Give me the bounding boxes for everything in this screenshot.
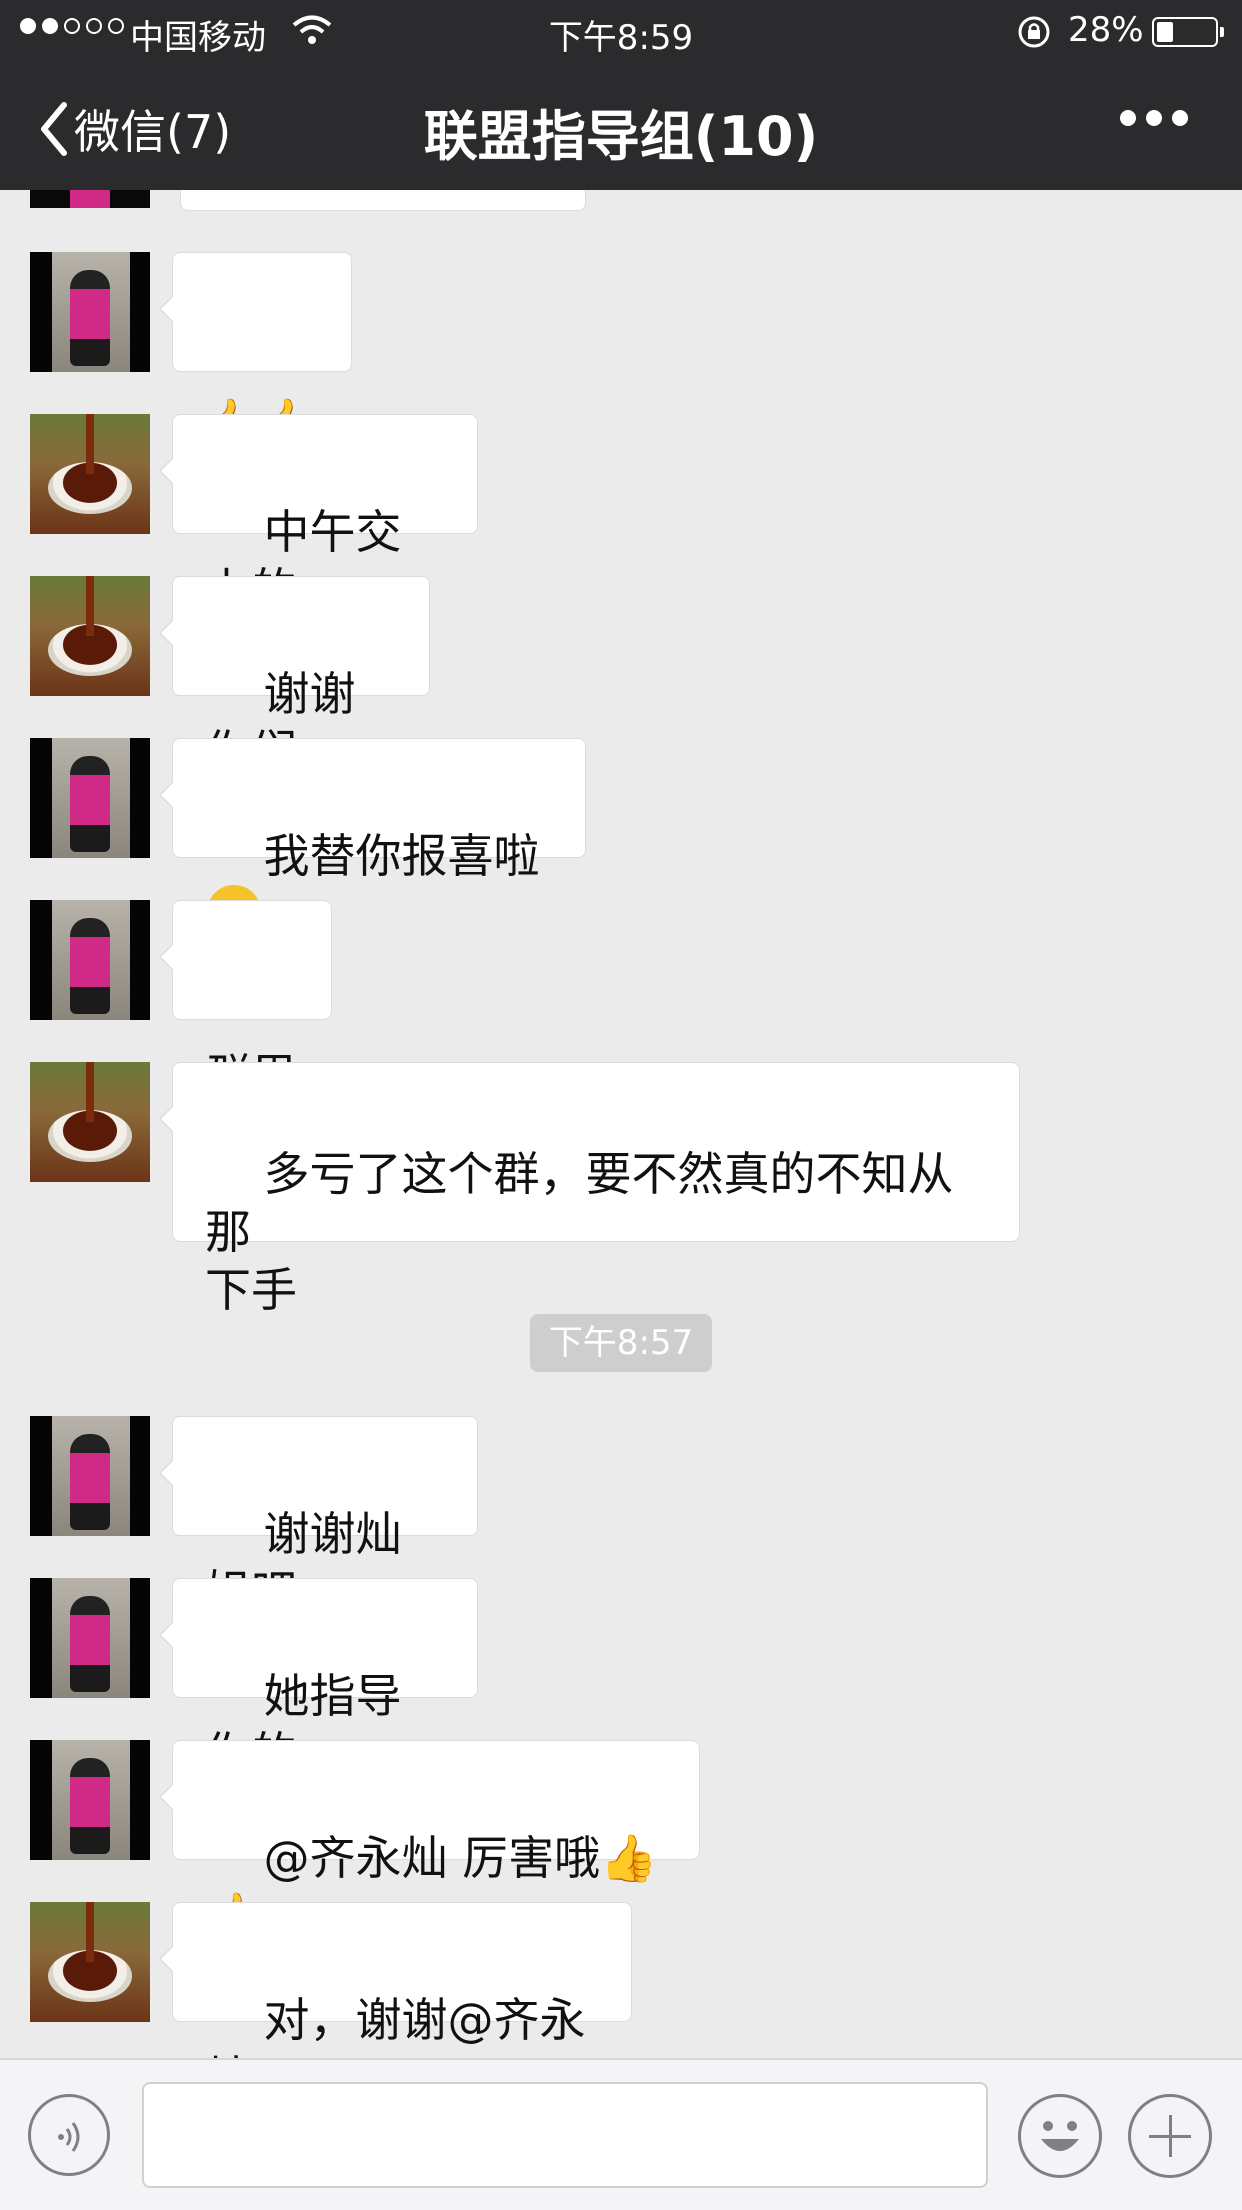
timestamp-divider: 下午8:57 xyxy=(530,1314,712,1372)
chat-message: 中午交上的 xyxy=(30,414,478,617)
chat-message: 我替你报喜啦 xyxy=(30,738,586,939)
chat-message: 👍👍 xyxy=(30,252,352,449)
message-bubble[interactable]: @齐永灿 厉害哦👍👍 xyxy=(159,1740,700,1943)
battery-icon xyxy=(1152,17,1224,47)
message-bubble[interactable]: 我替你报喜啦 xyxy=(159,738,586,939)
avatar[interactable] xyxy=(30,1578,150,1698)
avatar[interactable] xyxy=(30,900,150,1020)
emoji-icon xyxy=(1041,2121,1079,2151)
message-bubble[interactable]: 中午交上的 xyxy=(159,414,478,617)
more-options-button[interactable] xyxy=(1120,110,1188,126)
message-text: 我替你报喜啦 xyxy=(263,829,540,883)
message-input[interactable] xyxy=(142,2082,988,2188)
chat-message: @齐永灿 厉害哦👍👍 xyxy=(30,1740,700,1943)
voice-icon xyxy=(58,2122,80,2152)
chat-message: 群里 xyxy=(30,900,332,1103)
voice-input-button[interactable] xyxy=(28,2094,110,2176)
message-bubble[interactable]: 多亏了这个群，要不然真的不知从那 下手 xyxy=(159,1062,1020,1317)
message-bubble[interactable]: 👍👍 xyxy=(159,252,352,449)
chat-message: 谢谢你们 xyxy=(30,576,430,779)
avatar[interactable] xyxy=(30,1062,150,1182)
more-dot-icon xyxy=(1146,110,1162,126)
message-bubble[interactable]: 群里 xyxy=(159,900,332,1103)
avatar[interactable] xyxy=(30,1416,150,1536)
plus-button[interactable] xyxy=(1128,2094,1212,2178)
avatar[interactable] xyxy=(30,738,150,858)
top-bar: 中国移动 下午8:59 28% 微信(7) 联盟指导组(10) xyxy=(0,0,1242,190)
chat-message: 对，谢谢@齐永灿 xyxy=(30,1902,632,2105)
chat-title: 联盟指导组(10) xyxy=(423,105,819,168)
battery-level-fill xyxy=(1157,22,1173,42)
emoji-button[interactable] xyxy=(1018,2094,1102,2178)
avatar[interactable] xyxy=(30,576,150,696)
avatar[interactable] xyxy=(30,252,150,372)
chat-message: 多亏了这个群，要不然真的不知从那 下手 xyxy=(30,1062,1020,1317)
navigation-bar: 微信(7) 联盟指导组(10) xyxy=(0,62,1242,190)
chat-message: 谢谢灿姐吧 xyxy=(30,1416,478,1619)
avatar[interactable] xyxy=(30,1902,150,2022)
message-bubble[interactable]: 谢谢灿姐吧 xyxy=(159,1416,478,1619)
status-time: 下午8:59 xyxy=(548,18,694,58)
more-dot-icon xyxy=(1120,110,1136,126)
avatar[interactable] xyxy=(30,1740,150,1860)
chat-message: 她指导你的 xyxy=(30,1578,478,1781)
message-bubble-partial[interactable] xyxy=(180,190,586,211)
message-text: 多亏了这个群，要不然真的不知从那 下手 xyxy=(205,1147,954,1317)
status-bar: 中国移动 下午8:59 28% xyxy=(0,0,1242,62)
rotation-lock-icon xyxy=(1016,14,1052,59)
message-bubble[interactable]: 对，谢谢@齐永灿 xyxy=(159,1902,632,2105)
message-bubble[interactable]: 她指导你的 xyxy=(159,1578,478,1781)
more-dot-icon xyxy=(1172,110,1188,126)
message-bubble[interactable]: 谢谢你们 xyxy=(159,576,430,779)
avatar[interactable] xyxy=(30,190,150,208)
avatar[interactable] xyxy=(30,414,150,534)
input-bar xyxy=(0,2058,1242,2210)
battery-percent: 28% xyxy=(1068,10,1144,50)
